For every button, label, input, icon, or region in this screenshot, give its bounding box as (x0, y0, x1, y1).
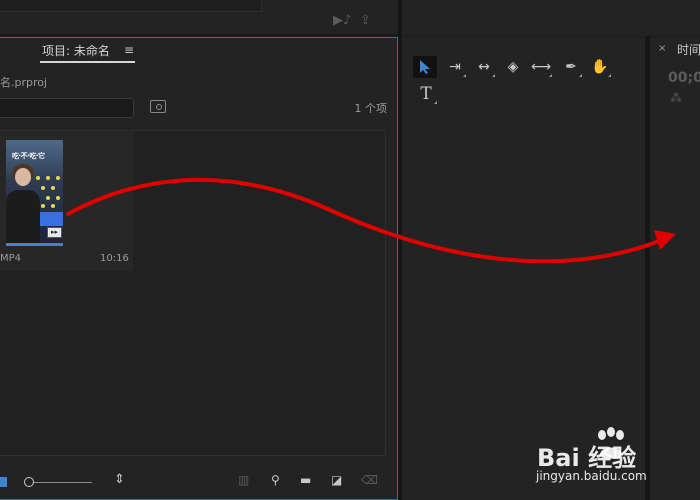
source-monitor-area: ▶♪ ⇪ (0, 0, 398, 36)
thumbnail-caption: 吃·不·吃·它 (12, 152, 45, 160)
item-count: 1 个项 (354, 102, 388, 115)
hamburger-menu-icon[interactable]: ≡ (124, 43, 134, 57)
active-tab-indicator (40, 61, 135, 63)
search-input[interactable] (0, 98, 134, 118)
list-view-icon[interactable] (0, 477, 7, 487)
insert-icon[interactable]: ▶♪ (333, 13, 351, 28)
new-bin-icon[interactable]: ▬ (300, 473, 311, 487)
sort-icon[interactable]: ⇕ (114, 472, 125, 487)
selection-tool[interactable] (413, 56, 437, 78)
export-frame-icon[interactable]: ⇪ (360, 13, 371, 28)
baidu-jingyan-watermark: Bai 经验 jingyan.baidu.com (520, 425, 695, 495)
new-item-icon[interactable]: ◪ (331, 473, 342, 487)
clip-usage-bar (6, 243, 63, 246)
hand-tool[interactable]: ✋ (588, 56, 612, 78)
snap-icon[interactable]: ⁂ (670, 91, 682, 105)
clip-name[interactable]: MP4 (0, 253, 21, 264)
slip-tool[interactable]: ⟷ (529, 56, 553, 78)
timeline-tab-title[interactable]: 时间 (677, 41, 700, 58)
clip-item[interactable]: 吃·不·吃·它 ▸▸ MP4 10:16 (0, 131, 133, 271)
automate-icon[interactable]: ▥ (238, 473, 249, 487)
baidu-paw-icon (598, 427, 624, 459)
watermark-url: jingyan.baidu.com (536, 469, 647, 483)
project-file-name: 名.prproj (0, 76, 48, 89)
zoom-slider[interactable] (30, 482, 92, 483)
selection-arrow-icon (420, 60, 430, 74)
type-tool[interactable]: T (414, 83, 438, 105)
program-monitor-area (402, 0, 700, 36)
project-tab-title[interactable]: 项目: 未命名 (42, 42, 110, 59)
monitor-scrub-bar[interactable] (0, 0, 262, 12)
find-bin-icon[interactable] (150, 100, 166, 113)
video-audio-icon: ▸▸ (47, 227, 62, 238)
ripple-edit-tool[interactable]: ↔ (472, 56, 496, 78)
find-icon[interactable]: ⚲ (271, 473, 280, 487)
timecode-display[interactable]: 00;0 (668, 70, 700, 86)
close-icon[interactable]: × (658, 43, 666, 54)
clip-duration: 10:16 (100, 253, 129, 264)
razor-tool[interactable]: ◈ (501, 56, 525, 78)
delete-icon[interactable]: ⌫ (361, 473, 378, 487)
zoom-slider-handle[interactable] (24, 477, 34, 487)
project-toolbar: ⇕ ▥ ⚲ ▬ ◪ ⌫ (0, 468, 398, 496)
pen-tool[interactable]: ✒ (559, 56, 583, 78)
project-panel: 项目: 未命名 ≡ 名.prproj 1 个项 吃·不·吃·它 ▸▸ MP4 1… (0, 37, 398, 500)
track-select-tool[interactable]: ⇥ (443, 56, 467, 78)
bin-content-area[interactable]: 吃·不·吃·它 ▸▸ MP4 10:16 (0, 130, 386, 456)
